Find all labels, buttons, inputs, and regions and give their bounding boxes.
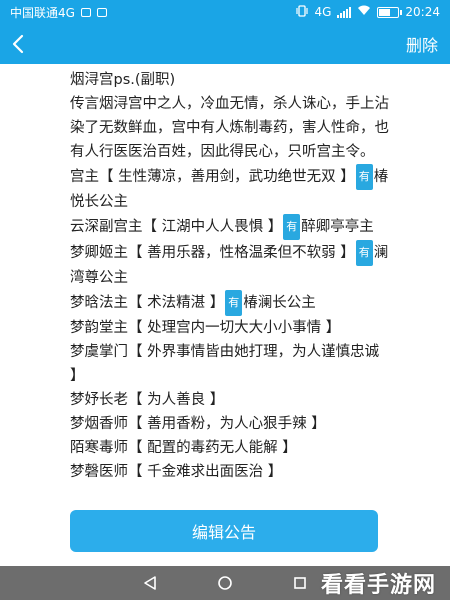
notice-entry: 梦卿姬主【 善用乐器，性格温柔但不软弱 】有澜湾尊公主 xyxy=(70,240,390,290)
system-recents-button[interactable] xyxy=(290,573,310,593)
notice-entry: 梦韵堂主【 处理宫内一切大大小小事情 】 xyxy=(70,316,390,340)
square-recents-icon xyxy=(294,577,306,589)
chevron-left-icon xyxy=(12,34,24,54)
back-button[interactable] xyxy=(12,29,42,59)
you-badge: 有 xyxy=(355,240,373,266)
notice-entries: 宫主【 生性薄凉，善用剑，武功绝世无双 】有椿悦长公主 云深副宫主【 江湖中人人畏… xyxy=(70,164,390,484)
message-icon xyxy=(96,7,107,17)
notice-intro: 传言烟浔宫中之人，冷血无情，杀人诛心，手上沾染了无数鲜血，宫中有人炼制毒药，害人… xyxy=(70,96,389,160)
vibrate-icon xyxy=(296,4,309,20)
notification-icon xyxy=(80,7,91,17)
notice-entry: 陌寒毒师【 配置的毒药无人能解 】 xyxy=(70,436,390,460)
entry-text: 梦卿姬主【 善用乐器，性格温柔但不软弱 】 xyxy=(70,245,355,261)
delete-button[interactable]: 删除 xyxy=(406,32,438,56)
navigation-bar: 删除 xyxy=(0,24,450,64)
you-badge: 有 xyxy=(355,164,373,190)
watermark-logo: 看看手游网 xyxy=(320,573,436,598)
entry-holder: 椿澜长公主 xyxy=(243,295,316,311)
entry-text: 梦烟香师【 善用香粉，为人心狠手辣 】 xyxy=(70,416,326,432)
carrier-label: 中国联通4G xyxy=(10,5,75,20)
notice-entry: 梦晗法主【 术法精湛 】有椿澜长公主 xyxy=(70,290,390,316)
status-right: 4G 20:24 xyxy=(296,4,440,20)
system-back-button[interactable] xyxy=(140,573,160,593)
entry-text: 宫主【 生性薄凉，善用剑，武功绝世无双 】 xyxy=(70,169,355,185)
status-left: 中国联通4G xyxy=(10,4,107,21)
entry-text: 梦晗法主【 术法精湛 】 xyxy=(70,295,225,311)
notice-entry: 梦虞掌门【 外界事情皆由她打理，为人谨慎忠诚 】 xyxy=(70,340,390,388)
entry-text: 梦妤长老【 为人善良 】 xyxy=(70,392,225,408)
you-badge: 有 xyxy=(283,214,301,240)
entry-text: 梦虞掌门【 外界事情皆由她打理，为人谨慎忠诚 】 xyxy=(70,344,380,384)
battery-fill xyxy=(379,8,390,16)
battery-icon xyxy=(377,6,403,18)
wifi-icon xyxy=(357,5,371,19)
entry-text: 梦磬医师【 千金难求出面医治 】 xyxy=(70,464,283,480)
entry-text: 云深副宫主【 江湖中人人畏惧 】 xyxy=(70,219,283,235)
network-type-label: 4G xyxy=(314,5,332,19)
edit-notice-button[interactable]: 编辑公告 xyxy=(70,510,378,552)
notice-entry: 云深副宫主【 江湖中人人畏惧 】有醉卿亭亭主 xyxy=(70,214,390,240)
notice-entry: 梦烟香师【 善用香粉，为人心狠手辣 】 xyxy=(70,412,390,436)
entry-text: 陌寒毒师【 配置的毒药无人能解 】 xyxy=(70,440,297,456)
circle-home-icon xyxy=(218,576,232,590)
entry-text: 梦韵堂主【 处理宫内一切大大小小事情 】 xyxy=(70,320,341,336)
notice-entry: 梦妤长老【 为人善良 】 xyxy=(70,388,390,412)
notice-entry: 梦磬医师【 千金难求出面医治 】 xyxy=(70,460,390,484)
you-badge: 有 xyxy=(225,290,243,316)
signal-icon xyxy=(337,6,352,18)
notice-entry: 宫主【 生性薄凉，善用剑，武功绝世无双 】有椿悦长公主 xyxy=(70,164,390,214)
entry-holder: 醉卿亭亭主 xyxy=(301,219,374,235)
notice-title: 烟浔宫ps.(副职) xyxy=(70,72,176,88)
clock-label: 20:24 xyxy=(405,5,440,19)
triangle-back-icon xyxy=(144,576,156,590)
system-home-button[interactable] xyxy=(215,573,235,593)
notice-content: 烟浔宫ps.(副职) 传言烟浔宫中之人，冷血无情，杀人诛心，手上沾染了无数鲜血，… xyxy=(70,68,390,484)
status-bar: 中国联通4G 4G 20:24 xyxy=(0,0,450,24)
